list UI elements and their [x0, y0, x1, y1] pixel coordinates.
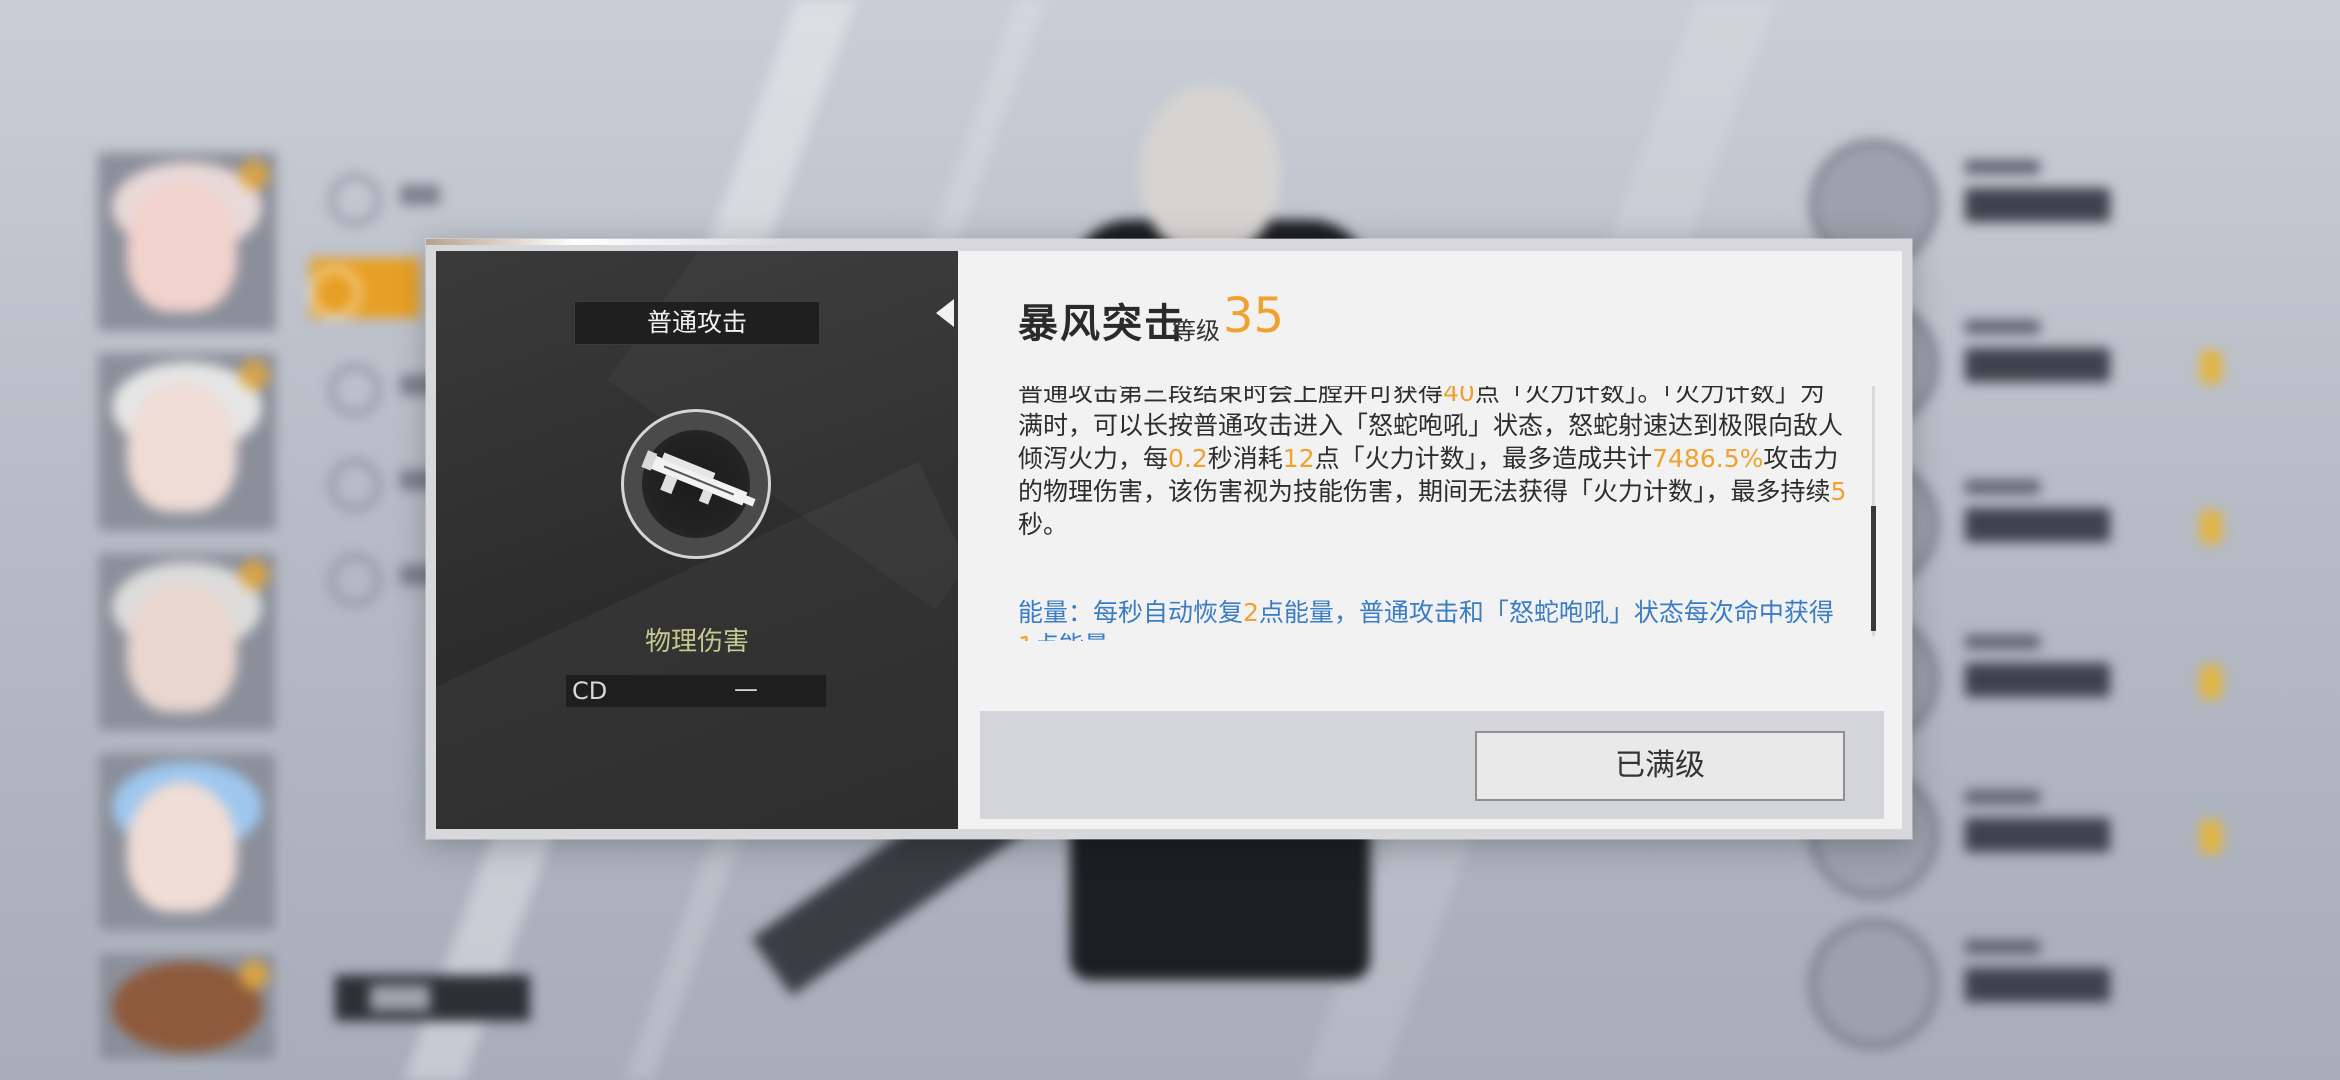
- roster-card[interactable]: [95, 150, 279, 334]
- level-value: 35: [1223, 288, 1285, 344]
- highlighted-value: 1: [1018, 631, 1034, 641]
- highlighted-value: 0.2: [1168, 444, 1208, 473]
- scrollbar-thumb[interactable]: [1871, 506, 1876, 631]
- roster-card[interactable]: [95, 750, 279, 934]
- skill-description-text: 普通攻击第三段结束时会上膛并可获得40点「火力计数」。「火力计数」为满时，可以长…: [1018, 386, 1848, 541]
- upgrade-indicator-icon: [2200, 350, 2222, 384]
- highlighted-value: 40: [1443, 386, 1475, 407]
- cooldown-value: —: [734, 675, 758, 703]
- skill-description-scroll[interactable]: 普通攻击第三段结束时会上膛并可获得40点「火力计数」。「火力计数」为满时，可以长…: [1018, 386, 1858, 641]
- roster-portrait: [127, 582, 237, 712]
- dialog-top-highlight: [426, 239, 1912, 245]
- description-fragment: 能量：每秒自动恢复: [1018, 598, 1244, 627]
- roster-card[interactable]: [95, 550, 279, 734]
- skill-row-name: [1965, 663, 2110, 697]
- character-head: [1140, 85, 1280, 255]
- panel-pointer: [936, 299, 954, 327]
- highlighted-value: 7486.5%: [1652, 444, 1764, 473]
- skill-row-name: [1965, 968, 2110, 1002]
- skill-row-type: [1965, 940, 2040, 954]
- roster-portrait: [127, 782, 237, 912]
- dialog-footer: 已满级: [980, 711, 1884, 819]
- menu-icon: [330, 555, 380, 605]
- button-label: [370, 985, 430, 1011]
- description-fragment: 点能量。: [1034, 631, 1134, 641]
- roster-portrait: [127, 182, 237, 312]
- skill-row-name: [1965, 508, 2110, 542]
- skill-detail-dialog: 普通攻击 物理伤害 CD — 暴风突击 等级 35 普通攻击第三段结束时会上膛并…: [426, 239, 1912, 839]
- skill-name: 暴风突击: [1018, 301, 1186, 347]
- energy-description-text: 能量：每秒自动恢复2点能量，普通攻击和「怒蛇咆吼」状态每次命中获得 1点能量。: [1018, 596, 1848, 641]
- description-fragment: 秒。: [1018, 510, 1069, 539]
- upgrade-indicator-icon: [2200, 510, 2222, 544]
- highlighted-value: 5: [1830, 477, 1847, 506]
- description-fragment: 点「火力计数」，最多造成共计: [1314, 444, 1653, 473]
- skill-summary-panel: 普通攻击 物理伤害 CD —: [436, 251, 958, 829]
- skill-row-type: [1965, 480, 2040, 494]
- damage-type-label: 物理伤害: [644, 627, 749, 657]
- roster-badge: [239, 360, 269, 390]
- description-fragment: 点能量，普通攻击和「怒蛇咆吼」状态每次命中获得: [1258, 598, 1834, 627]
- roster-badge: [239, 560, 269, 590]
- skill-row-type: [1965, 790, 2040, 804]
- roster-badge: [239, 960, 269, 990]
- description-fragment: 普通攻击第三段结束时会上膛并可获得: [1018, 386, 1444, 407]
- cooldown-label: CD: [572, 677, 608, 705]
- bottom-left-button[interactable]: [335, 975, 530, 1021]
- description-fragment: 秒消耗: [1207, 444, 1283, 473]
- highlighted-value: 2: [1243, 598, 1259, 627]
- side-menu-item-active[interactable]: [310, 258, 420, 318]
- skill-row[interactable]: [1810, 920, 2230, 1048]
- cooldown-bar: CD —: [566, 675, 826, 707]
- roster-card[interactable]: [95, 350, 279, 534]
- skill-row-type: [1965, 160, 2040, 174]
- max-level-button[interactable]: 已满级: [1475, 731, 1845, 801]
- menu-icon: [330, 460, 380, 510]
- skill-row-icon: [1810, 920, 1938, 1048]
- roster-badge: [239, 160, 269, 190]
- roster-card[interactable]: [95, 950, 279, 1064]
- roster-portrait: [127, 382, 237, 512]
- skill-row-name: [1965, 188, 2110, 222]
- menu-icon: [330, 365, 380, 415]
- upgrade-indicator-icon: [2200, 665, 2222, 699]
- rifle-glyph: [641, 450, 756, 507]
- skill-description-panel: 暴风突击 等级 35 普通攻击第三段结束时会上膛并可获得40点「火力计数」。「火…: [958, 251, 1902, 829]
- side-menu-item[interactable]: [330, 165, 480, 225]
- skill-row-type: [1965, 635, 2040, 649]
- menu-icon: [310, 268, 360, 318]
- level-label: 等级: [1172, 317, 1220, 345]
- skill-row-name: [1965, 818, 2110, 852]
- upgrade-indicator-icon: [2200, 820, 2222, 854]
- skill-row-type: [1965, 320, 2040, 334]
- rifle-icon: [621, 409, 771, 559]
- menu-label: [400, 185, 440, 205]
- highlighted-value: 12: [1282, 444, 1315, 473]
- menu-icon: [330, 175, 380, 225]
- skill-type-label: 普通攻击: [574, 301, 820, 345]
- skill-row-name: [1965, 348, 2110, 382]
